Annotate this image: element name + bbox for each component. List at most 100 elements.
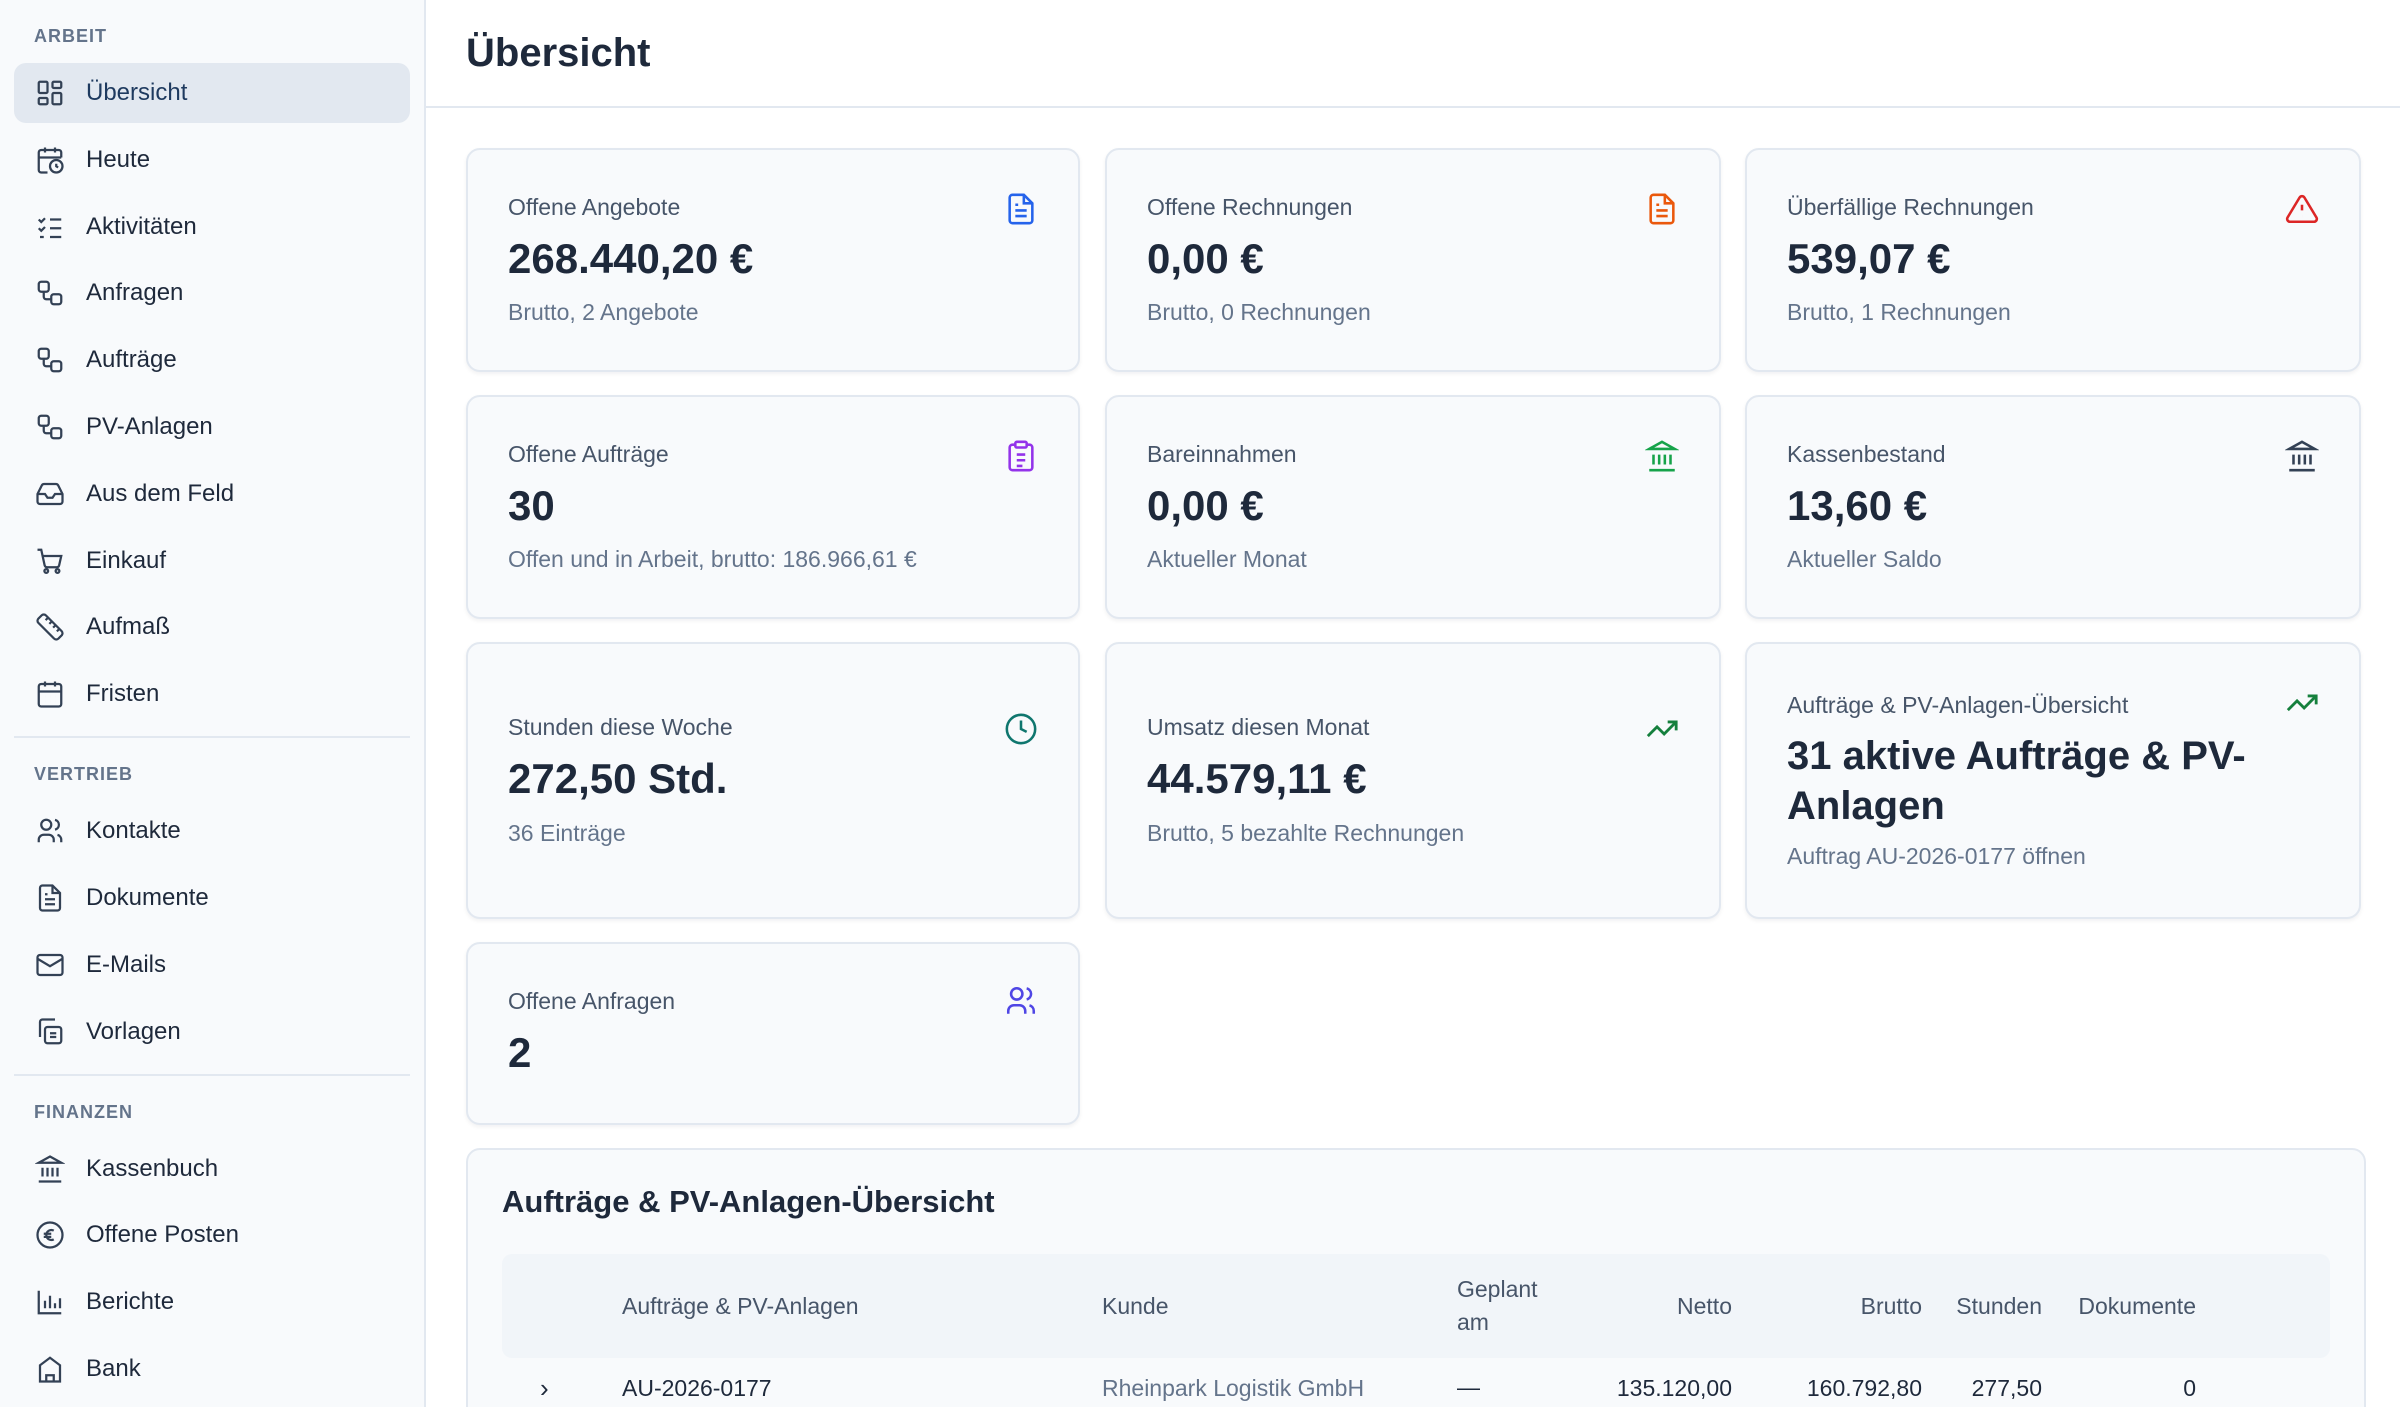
table-header: Aufträge & PV-Anlagen Kunde Geplant am N…: [502, 1254, 2330, 1358]
card-bareinnahmen[interactable]: Bareinnahmen 0,00 € Aktueller Monat: [1105, 395, 1721, 619]
cell-stunden: 277,50: [1971, 1374, 2042, 1401]
sidebar-item-label: Aktivitäten: [86, 212, 197, 240]
section-label-vertrieb: VERTRIEB: [34, 764, 134, 785]
sidebar-item-bank[interactable]: Bank: [14, 1339, 410, 1399]
sidebar-item-label: Fristen: [86, 680, 160, 708]
card-subtitle: Brutto, 2 Angebote: [508, 299, 699, 326]
card-value: 30: [508, 481, 555, 529]
card-offene-angebote[interactable]: Offene Angebote 268.440,20 € Brutto, 2 A…: [466, 148, 1080, 372]
card-value: 268.440,20 €: [508, 234, 754, 282]
card-title: Offene Aufträge: [508, 440, 669, 467]
header-dokumente[interactable]: Dokumente: [2042, 1293, 2222, 1320]
sidebar-item-e-mails[interactable]: E-Mails: [14, 935, 410, 995]
workflow-icon: [34, 277, 66, 309]
card-value: 539,07 €: [1787, 234, 1951, 282]
card-title: Aufträge & PV-Anlagen-Übersicht: [1787, 691, 2129, 718]
card-stunden-diese-woche[interactable]: Stunden diese Woche 272,50 Std. 36 Eintr…: [466, 642, 1080, 919]
sidebar-item-berichte[interactable]: Berichte: [14, 1272, 410, 1332]
sidebar-item-label: E-Mails: [86, 950, 167, 978]
card-offene-anfragen[interactable]: Offene Anfragen 2: [466, 942, 1080, 1125]
bank-icon: [2284, 439, 2320, 473]
cell-name[interactable]: AU-2026-0177: [622, 1375, 1102, 1402]
card-auftraege-pv-uebersicht[interactable]: Aufträge & PV-Anlagen-Übersicht 31 aktiv…: [1745, 642, 2361, 919]
sidebar-item-label: PV-Anlagen: [86, 412, 213, 440]
cell-kunde: Rheinpark Logistik GmbH: [1102, 1374, 1365, 1401]
file-text-icon: [1645, 192, 1679, 226]
topbar: Übersicht: [426, 0, 2400, 108]
building-icon: [34, 1353, 66, 1385]
ruler-icon: [34, 611, 66, 643]
cell-dokumente: 0: [2183, 1374, 2196, 1401]
card-value: 0,00 €: [1147, 481, 1264, 529]
expand-row-icon[interactable]: ›: [502, 1373, 622, 1404]
sidebar-item-label: Bank: [86, 1354, 141, 1382]
file-text-icon: [1004, 192, 1038, 226]
sidebar-item-kontakte[interactable]: Kontakte: [14, 801, 410, 861]
card-subtitle: Brutto, 5 bezahlte Rechnungen: [1147, 819, 1465, 846]
clipboard-icon: [1004, 439, 1038, 473]
sidebar-item-label: Kassenbuch: [86, 1154, 219, 1182]
header-brutto[interactable]: Brutto: [1732, 1293, 1922, 1320]
sidebar-item-offene-posten[interactable]: Offene Posten: [14, 1205, 410, 1265]
sidebar-item-aktivitaeten[interactable]: Aktivitäten: [14, 197, 410, 257]
sidebar-item-pv-anlagen[interactable]: PV-Anlagen: [14, 397, 410, 457]
sidebar-item-label: Anfragen: [86, 279, 184, 307]
sidebar-item-label: Übersicht: [86, 79, 188, 106]
section-label-arbeit: ARBEIT: [34, 26, 107, 46]
card-offene-rechnungen[interactable]: Offene Rechnungen 0,00 € Brutto, 0 Rechn…: [1105, 148, 1721, 372]
sidebar-item-dokumente[interactable]: Dokumente: [14, 868, 410, 928]
header-name[interactable]: Aufträge & PV-Anlagen: [622, 1293, 1102, 1320]
sidebar-divider: [14, 736, 410, 739]
sidebar-item-label: Vorlagen: [86, 1017, 181, 1045]
sidebar-item-label: Einkauf: [86, 546, 167, 574]
sidebar-item-label: Aus dem Feld: [86, 479, 235, 507]
card-offene-auftraege[interactable]: Offene Aufträge 30 Offen und in Arbeit, …: [466, 395, 1080, 619]
cell-netto: 135.120,00: [1616, 1374, 1732, 1401]
card-umsatz-diesen-monat[interactable]: Umsatz diesen Monat 44.579,11 € Brutto, …: [1105, 642, 1721, 919]
header-stunden[interactable]: Stunden: [1922, 1293, 2042, 1320]
sidebar-item-anfragen[interactable]: Anfragen: [14, 263, 410, 323]
header-geplant[interactable]: Geplant am: [1457, 1273, 1557, 1340]
clock-icon: [1004, 712, 1038, 746]
bar-chart-icon: [34, 1286, 66, 1318]
sidebar-item-label: Offene Posten: [86, 1221, 239, 1249]
sidebar-item-label: Kontakte: [86, 817, 181, 845]
sidebar-item-heute[interactable]: Heute: [14, 130, 410, 190]
card-title: Stunden diese Woche: [508, 714, 733, 741]
card-title: Bareinnahmen: [1147, 440, 1297, 467]
copy-icon: [34, 1016, 66, 1048]
card-kassenbestand[interactable]: Kassenbestand 13,60 € Aktueller Saldo: [1745, 395, 2361, 619]
sidebar-item-vorlagen[interactable]: Vorlagen: [14, 1002, 410, 1062]
auftraege-table-section: Aufträge & PV-Anlagen-Übersicht Aufträge…: [466, 1148, 2366, 1407]
sidebar-item-kassenbuch[interactable]: Kassenbuch: [14, 1139, 410, 1199]
list-checks-icon: [34, 211, 66, 243]
card-ueberfaellige-rechnungen[interactable]: Überfällige Rechnungen 539,07 € Brutto, …: [1745, 148, 2361, 372]
card-subtitle: Offen und in Arbeit, brutto: 186.966,61 …: [508, 546, 917, 573]
card-subtitle: 36 Einträge: [508, 819, 626, 846]
sidebar-item-aus-dem-feld[interactable]: Aus dem Feld: [14, 464, 410, 524]
sidebar-item-fristen[interactable]: Fristen: [14, 664, 410, 724]
sidebar-item-einkauf[interactable]: Einkauf: [14, 531, 410, 591]
card-title: Offene Anfragen: [508, 987, 676, 1014]
trending-up-icon: [1645, 712, 1679, 746]
workflow-icon: [34, 411, 66, 443]
card-value: 0,00 €: [1147, 234, 1264, 282]
card-value: 13,60 €: [1787, 481, 1928, 529]
sidebar-item-label: Aufträge: [86, 346, 177, 374]
table-row[interactable]: › AU-2026-0177 Rheinpark Logistik GmbH —…: [502, 1358, 2330, 1407]
card-title: Offene Angebote: [508, 193, 681, 220]
cart-icon: [34, 545, 66, 577]
sidebar-item-label: Berichte: [86, 1288, 175, 1316]
sidebar-item-auftraege[interactable]: Aufträge: [14, 330, 410, 390]
sidebar-item-uebersicht[interactable]: Übersicht: [14, 63, 410, 123]
sidebar: ARBEIT Übersicht Heute Aktivitäten Anfra…: [0, 0, 426, 1407]
main-content: Übersicht Offene Angebote 268.440,20 € B…: [426, 0, 2400, 1407]
sidebar-divider: [14, 1073, 410, 1076]
card-subtitle-link[interactable]: Auftrag AU-2026-0177 öffnen: [1787, 843, 2319, 870]
header-netto[interactable]: Netto: [1557, 1293, 1732, 1320]
card-title: Offene Rechnungen: [1147, 193, 1353, 220]
sidebar-item-aufmass[interactable]: Aufmaß: [14, 597, 410, 657]
header-kunde[interactable]: Kunde: [1102, 1293, 1457, 1320]
cell-brutto: 160.792,80: [1806, 1374, 1922, 1401]
card-title: Kassenbestand: [1787, 440, 1946, 467]
